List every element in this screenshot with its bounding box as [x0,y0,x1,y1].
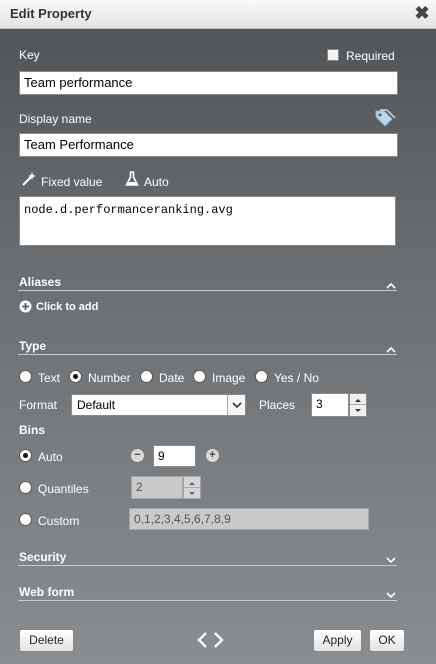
chevron-left-icon[interactable] [196,631,208,649]
bins-quantiles-input[interactable]: 2 [131,476,183,499]
required-checkbox[interactable] [327,49,339,61]
type-option-yes-no[interactable]: Yes / No [274,371,319,385]
flask-icon[interactable] [125,171,139,187]
apply-button[interactable]: Apply [313,629,362,652]
type-radio-number[interactable] [69,370,82,383]
security-header[interactable]: Security [19,550,66,564]
quantiles-stepper[interactable] [183,476,201,499]
chevron-up-icon[interactable] [386,281,396,289]
minus-circle-icon[interactable]: − [131,449,144,462]
chevron-down-icon[interactable] [386,591,396,599]
security-divider [18,565,397,566]
bins-quantiles-label[interactable]: Quantiles [38,482,89,496]
aliases-header[interactable]: Aliases [19,275,61,289]
type-radio-yes-no[interactable] [255,370,268,383]
stepper-up-icon[interactable] [350,394,366,404]
expression-textarea[interactable]: node.d.performanceranking.avg [19,196,396,246]
chevron-right-icon[interactable] [213,631,225,649]
dialog-titlebar: Edit Property ✖ [0,0,436,29]
places-stepper[interactable] [349,393,367,417]
click-to-add-link[interactable]: Click to add [36,301,98,313]
required-label: Required [346,49,395,63]
stepper-up-icon[interactable] [184,477,200,487]
key-input[interactable]: Team performance [19,71,398,95]
type-radio-text[interactable] [19,370,32,383]
places-input[interactable]: 3 [311,393,349,417]
stepper-down-icon[interactable] [184,487,200,497]
type-option-number[interactable]: Number [88,371,131,385]
type-option-text[interactable]: Text [38,371,60,385]
bins-radio-auto[interactable] [19,449,32,462]
stepper-down-icon[interactable] [350,404,366,414]
format-select-value: Default [77,398,116,412]
bins-custom-input[interactable]: 0,1,2,3,4,5,6,7,8,9 [129,508,369,530]
display-name-label: Display name [19,112,92,126]
format-select[interactable]: Default [71,394,246,416]
bins-auto-label[interactable]: Auto [38,450,63,464]
auto-mode-label[interactable]: Auto [144,175,169,189]
dialog-title: Edit Property [10,6,92,21]
add-circle-icon[interactable] [19,300,32,313]
aliases-divider [18,290,397,291]
web-form-divider [18,600,397,601]
bins-radio-quantiles[interactable] [19,481,32,494]
type-option-image[interactable]: Image [212,371,245,385]
format-label: Format [19,398,58,412]
key-label: Key [19,48,40,62]
bins-custom-label[interactable]: Custom [38,514,79,528]
fixed-value-label[interactable]: Fixed value [41,175,102,189]
bins-auto-input[interactable]: 9 [153,445,196,467]
web-form-header[interactable]: Web form [19,585,74,599]
places-label: Places [259,398,296,412]
type-radio-image[interactable] [193,370,206,383]
delete-button[interactable]: Delete [19,629,74,652]
type-radio-date[interactable] [140,370,153,383]
display-name-input[interactable]: Team Performance [19,133,398,157]
magic-wand-icon[interactable] [21,171,37,187]
type-divider [18,354,397,355]
tags-icon[interactable] [374,109,396,127]
close-icon[interactable]: ✖ [413,4,431,22]
type-option-date[interactable]: Date [159,371,184,385]
type-header[interactable]: Type [19,339,46,353]
bins-label: Bins [19,423,46,437]
chevron-down-icon[interactable] [386,556,396,564]
ok-button[interactable]: OK [369,629,405,652]
chevron-down-icon[interactable] [227,395,245,415]
chevron-up-icon[interactable] [386,345,396,353]
bins-radio-custom[interactable] [19,513,32,526]
plus-circle-icon[interactable]: + [206,449,219,462]
